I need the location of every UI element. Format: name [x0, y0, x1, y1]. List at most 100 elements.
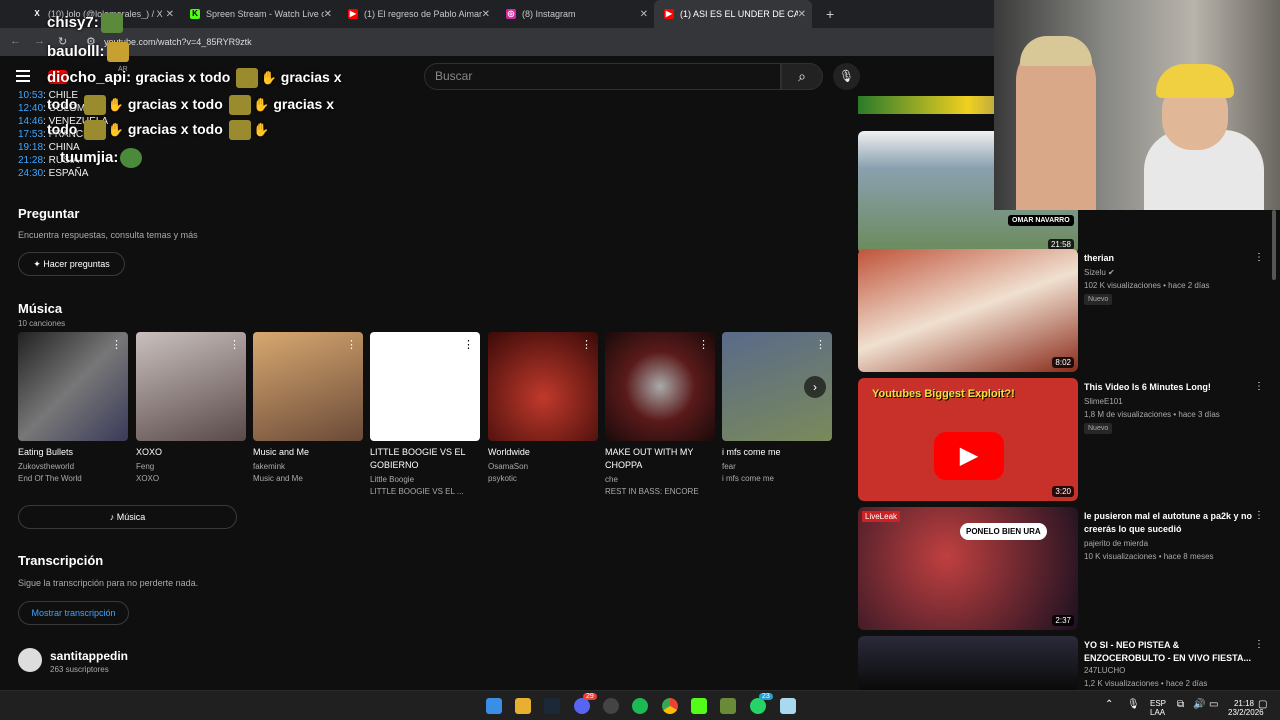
thumbnail-overlay-label: PONELO BIEN URA: [960, 523, 1047, 540]
more-options-icon[interactable]: ⋮: [111, 338, 122, 351]
hands-emoji-icon: ✋: [107, 121, 124, 137]
file-explorer-icon[interactable]: [515, 698, 531, 714]
volume-icon[interactable]: 🔊: [1193, 700, 1205, 710]
minecraft-icon[interactable]: [720, 698, 736, 714]
video-channel[interactable]: SlimeE101: [1084, 397, 1123, 406]
music-card[interactable]: ⋮ XOXO Feng XOXO: [136, 332, 246, 483]
video-thumbnail[interactable]: 8:02: [858, 249, 1078, 372]
more-options-icon[interactable]: ⋮: [463, 338, 474, 351]
video-thumbnail[interactable]: [858, 636, 1078, 690]
browser-tab[interactable]: ▶ (1) El regreso de Pablo Aimar a ✕: [338, 0, 496, 28]
recommended-video[interactable]: Youtubes Biggest Exploit?! ▶ 3:20 This V…: [858, 378, 1278, 501]
close-tab-icon[interactable]: ✕: [324, 9, 332, 20]
recommended-video[interactable]: LiveLeak PONELO BIEN URA 2:37 le pusiero…: [858, 507, 1278, 630]
video-title[interactable]: le pusieron mal el autotune a pa2k y no …: [1084, 510, 1254, 536]
network-icon[interactable]: ⧉: [1177, 700, 1184, 710]
ask-questions-button[interactable]: ✦ Hacer preguntas: [18, 252, 125, 276]
show-transcript-button[interactable]: Mostrar transcripción: [18, 601, 129, 625]
more-options-icon[interactable]: ⋮: [698, 338, 709, 351]
more-options-icon[interactable]: ⋮: [1254, 639, 1264, 650]
chat-emote-icon: [228, 120, 251, 140]
more-options-icon[interactable]: ⋮: [346, 338, 357, 351]
chat-message: baulolll:: [47, 42, 131, 62]
discord-icon[interactable]: [574, 698, 590, 714]
steam-icon[interactable]: [544, 698, 560, 714]
voice-search-button[interactable]: 🎙: [833, 63, 860, 90]
chapter-item[interactable]: 24:30: ESPAÑA: [18, 168, 88, 179]
video-channel[interactable]: 247LUCHO: [1084, 666, 1125, 675]
music-card[interactable]: ⋮ › i mfs come me fear i mfs come me: [722, 332, 832, 483]
new-badge: Nuevo: [1084, 423, 1113, 434]
whatsapp-icon[interactable]: [750, 698, 766, 714]
start-icon[interactable]: [486, 698, 502, 714]
more-options-icon[interactable]: ⋮: [229, 338, 240, 351]
more-options-icon[interactable]: ⋮: [1254, 510, 1264, 521]
back-arrow-icon[interactable]: ←: [10, 35, 21, 47]
close-tab-icon[interactable]: ✕: [798, 9, 806, 20]
search-button[interactable]: ⌕: [781, 63, 823, 90]
instagram-logo-icon: ◎: [506, 9, 516, 19]
music-note-icon: ♪: [109, 512, 115, 522]
kick-icon[interactable]: [691, 698, 707, 714]
address-bar: ← → ↻ ⚙ youtube.com/watch?v=4_85RYR9ztk: [0, 28, 1000, 56]
video-title[interactable]: therian: [1084, 252, 1254, 265]
browser-tab-active[interactable]: ▶ (1) ASI ES EL UNDER DE CADA ✕: [654, 0, 812, 28]
next-arrow-icon[interactable]: ›: [804, 376, 826, 398]
thumbnail-overlay-label: Youtubes Biggest Exploit?!: [872, 388, 1015, 400]
recommended-video[interactable]: YO SI - NEO PISTEA & ENZOCEROBULTO - EN …: [858, 636, 1278, 690]
close-tab-icon[interactable]: ✕: [166, 9, 174, 20]
video-channel[interactable]: Sizelu ✔: [1084, 268, 1115, 277]
language-indicator[interactable]: ESP LAA: [1150, 699, 1166, 717]
more-options-icon[interactable]: ⋮: [1254, 381, 1264, 392]
close-tab-icon[interactable]: ✕: [640, 9, 648, 20]
sparkle-icon: ✦: [33, 259, 41, 269]
more-options-icon[interactable]: ⋮: [581, 338, 592, 351]
battery-icon[interactable]: ▭: [1209, 700, 1218, 710]
music-card[interactable]: ⋮ Eating Bullets Zukovstheworld End Of T…: [18, 332, 128, 483]
clock[interactable]: 21:18 23/2/2026: [1228, 699, 1264, 717]
notepad-icon[interactable]: [780, 698, 796, 714]
video-title[interactable]: YO SI - NEO PISTEA & ENZOCEROBULTO - EN …: [1084, 639, 1254, 665]
chat-emote-icon: [228, 95, 251, 115]
new-tab-button[interactable]: +: [826, 6, 834, 22]
chrome-icon[interactable]: [662, 698, 678, 714]
thumbnail-overlay-label: OMAR NAVARRO: [1008, 215, 1074, 226]
microphone-tray-icon[interactable]: 🎙: [1127, 700, 1140, 710]
channel-avatar[interactable]: [18, 648, 42, 672]
transcript-subtitle: Sigue la transcripción para no perderte …: [18, 578, 199, 588]
ask-section-title: Preguntar: [18, 206, 80, 221]
show-hidden-icons[interactable]: ⌃: [1105, 700, 1113, 710]
music-card[interactable]: ⋮ Music and Me fakemink Music and Me: [253, 332, 363, 483]
album-art: ⋮: [18, 332, 128, 441]
video-title[interactable]: This Video Is 6 Minutes Long!: [1084, 381, 1254, 394]
music-card[interactable]: ⋮ MAKE OUT WITH MY CHOPPA che REST IN BA…: [605, 332, 715, 496]
ask-section-subtitle: Encuentra respuestas, consulta temas y m…: [18, 230, 198, 240]
forward-arrow-icon[interactable]: →: [34, 35, 45, 47]
search-input[interactable]: Buscar: [424, 63, 781, 90]
chat-emote-icon: [83, 120, 106, 140]
music-button[interactable]: ♪ Música: [18, 505, 237, 529]
spotify-icon[interactable]: [632, 698, 648, 714]
video-channel[interactable]: pajerito de mierda: [1084, 539, 1148, 548]
hamburger-menu-icon[interactable]: [16, 70, 30, 82]
video-thumbnail[interactable]: LiveLeak PONELO BIEN URA 2:37: [858, 507, 1078, 630]
music-card[interactable]: ⋮ Worldwide OsamaSon psykotic: [488, 332, 598, 483]
video-thumbnail[interactable]: Youtubes Biggest Exploit?! ▶ 3:20: [858, 378, 1078, 501]
browser-tab[interactable]: K Spreen Stream - Watch Live on ✕: [180, 0, 338, 28]
recommended-video[interactable]: 8:02 therian Sizelu ✔ 102 K visualizacio…: [858, 249, 1278, 372]
more-options-icon[interactable]: ⋮: [1254, 252, 1264, 263]
music-card[interactable]: ⋮ LITTLE BOOGIE VS EL GOBIERNO Little Bo…: [370, 332, 480, 496]
notifications-icon[interactable]: ▢: [1258, 700, 1267, 710]
album-art: ⋮: [370, 332, 480, 441]
channel-name[interactable]: santitappedin: [50, 649, 128, 663]
album-art: ⋮: [605, 332, 715, 441]
obs-icon[interactable]: [603, 698, 619, 714]
more-options-icon[interactable]: ⋮: [815, 338, 826, 351]
video-meta: 1,8 M de visualizaciones • hace 3 días: [1084, 410, 1220, 419]
streamer-left-hair: [1020, 36, 1092, 66]
scrollbar[interactable]: [1272, 210, 1276, 280]
new-badge: Nuevo: [1084, 294, 1113, 305]
close-tab-icon[interactable]: ✕: [482, 9, 490, 20]
browser-tab[interactable]: ◎ (8) Instagram ✕: [496, 0, 654, 28]
chat-emote-icon: [106, 42, 129, 62]
